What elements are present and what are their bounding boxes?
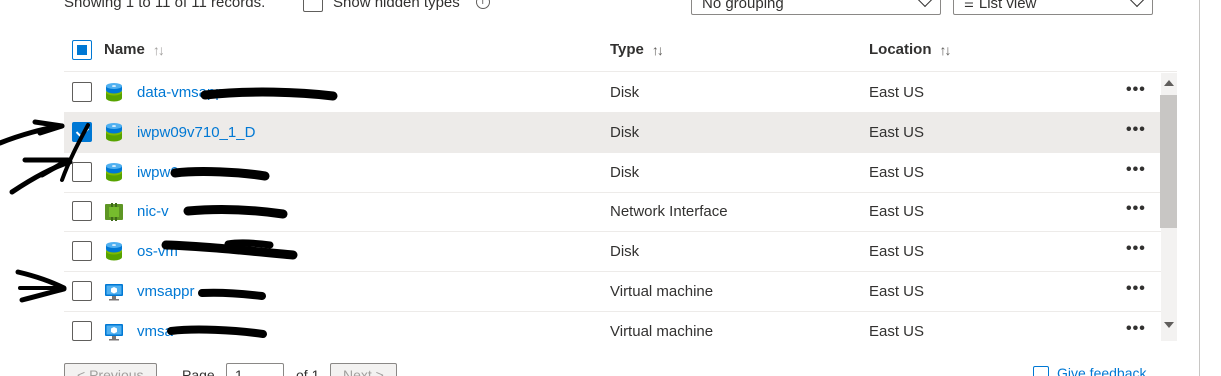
feedback-icon	[1033, 366, 1049, 376]
resource-location: East US	[869, 163, 925, 181]
resource-name-link[interactable]: iwpw09v710_1_D	[137, 124, 255, 141]
more-actions-button[interactable]: •••	[1126, 121, 1146, 139]
view-dropdown[interactable]: ☰ List view	[953, 0, 1153, 15]
resource-name-link[interactable]: vmsa	[137, 323, 173, 340]
column-header-name[interactable]: Name ↑↓	[104, 41, 165, 58]
select-all-checkbox[interactable]	[72, 40, 92, 60]
resource-name-link[interactable]: nic-v	[137, 203, 169, 220]
resource-table: data-vmsapp Disk East US ••• iwpw09v710_1_D D…	[64, 73, 1161, 341]
grouping-dropdown[interactable]: No grouping	[691, 0, 941, 15]
resource-name-link[interactable]: iwpw0	[137, 164, 179, 181]
arrow-annotation	[0, 123, 65, 146]
row-checkbox[interactable]	[72, 281, 92, 301]
resource-type: Disk	[610, 123, 640, 141]
info-icon[interactable]: i	[475, 0, 490, 9]
sort-icon: ↑↓	[152, 41, 165, 58]
more-actions-button[interactable]: •••	[1126, 320, 1146, 338]
view-dropdown-value: List view	[978, 0, 1037, 12]
page-select-value: 1	[235, 367, 243, 376]
resource-type: Disk	[610, 84, 640, 101]
column-header-type[interactable]: Type ↑↓	[610, 41, 664, 58]
row-checkbox[interactable]	[72, 161, 92, 182]
table-row[interactable]: os-vm Disk East US •••	[64, 232, 1161, 273]
virtual-machine-icon	[104, 322, 124, 341]
resource-type: Disk	[610, 163, 640, 181]
column-header-location-label: Location	[869, 41, 932, 58]
pane-divider	[1199, 0, 1200, 376]
resource-type: Disk	[610, 243, 640, 261]
network-interface-icon	[104, 202, 124, 222]
give-feedback-link[interactable]: Give feedback	[1033, 365, 1147, 376]
resource-location: East US	[869, 322, 925, 340]
arrow-annotation	[32, 119, 65, 136]
resource-name-link[interactable]: data-vmsapp	[137, 84, 224, 101]
sort-icon: ↑↓	[651, 41, 664, 58]
disk-icon	[104, 242, 124, 262]
records-count: Showing 1 to 11 of 11 records.	[64, 0, 266, 11]
more-actions-button[interactable]: •••	[1126, 200, 1146, 218]
grouping-dropdown-value: No grouping	[702, 0, 784, 12]
resource-type: Virtual machine	[610, 283, 714, 300]
disk-icon	[104, 122, 124, 143]
table-row[interactable]: vmsa Virtual machine East US •••	[64, 312, 1161, 341]
resource-location: East US	[869, 283, 925, 300]
table-row[interactable]: iwpw09v710_1_D Disk East US •••	[64, 112, 1161, 153]
more-actions-button[interactable]: •••	[1126, 240, 1146, 258]
more-actions-button[interactable]: •••	[1126, 161, 1146, 179]
scrollbar-thumb[interactable]	[1160, 95, 1177, 228]
scroll-down-arrow-icon[interactable]	[1164, 322, 1174, 328]
column-header-name-label: Name	[104, 41, 145, 58]
resource-location: East US	[869, 243, 925, 261]
give-feedback-label: Give feedback	[1057, 365, 1147, 376]
resource-location: East US	[869, 84, 925, 101]
column-header-location[interactable]: Location ↑↓	[869, 41, 952, 58]
row-checkbox[interactable]	[72, 82, 92, 102]
chevron-down-icon	[1129, 0, 1145, 8]
list-view-icon: ☰	[964, 0, 974, 10]
arrow-annotation	[22, 157, 71, 178]
resource-type: Network Interface	[610, 203, 728, 221]
show-hidden-types[interactable]: Show hidden types i	[303, 0, 490, 12]
sort-icon: ↑↓	[939, 41, 952, 58]
resource-name-link[interactable]: vmsappr	[137, 283, 195, 300]
show-hidden-types-checkbox[interactable]	[303, 0, 323, 12]
disk-icon	[104, 162, 124, 183]
arrow-annotation	[9, 159, 73, 195]
table-row[interactable]: iwpw0 Disk East US •••	[64, 153, 1161, 193]
chevron-down-icon	[917, 0, 933, 8]
disk-icon	[104, 83, 124, 103]
resource-location: East US	[869, 203, 925, 221]
page-label: Page	[182, 367, 215, 376]
resource-location: East US	[869, 123, 925, 141]
show-hidden-types-label: Show hidden types	[333, 0, 460, 11]
resource-type: Virtual machine	[610, 322, 714, 340]
virtual-machine-icon	[104, 282, 124, 302]
arrow-annotation	[19, 286, 67, 303]
page-select[interactable]: 1	[226, 363, 284, 376]
resource-name-link[interactable]: os-vm	[137, 243, 178, 260]
row-checkbox[interactable]	[72, 121, 92, 142]
scroll-up-arrow-icon[interactable]	[1164, 80, 1174, 86]
row-checkbox[interactable]	[72, 241, 92, 262]
table-row[interactable]: nic-v Network Interface East US •••	[64, 192, 1161, 233]
row-checkbox[interactable]	[72, 201, 92, 222]
more-actions-button[interactable]: •••	[1126, 280, 1146, 298]
next-button[interactable]: Next >	[330, 363, 397, 376]
previous-button[interactable]: < Previous	[64, 363, 157, 376]
table-header: Name ↑↓ Type ↑↓ Location ↑↓	[64, 30, 1177, 72]
page-count-label: of 1	[296, 367, 320, 376]
column-header-type-label: Type	[610, 41, 644, 58]
table-row[interactable]: data-vmsapp Disk East US •••	[64, 73, 1161, 113]
more-actions-button[interactable]: •••	[1126, 81, 1146, 99]
row-checkbox[interactable]	[72, 320, 92, 341]
arrow-annotation	[15, 269, 67, 291]
table-row[interactable]: vmsappr Virtual machine East US •••	[64, 272, 1161, 312]
